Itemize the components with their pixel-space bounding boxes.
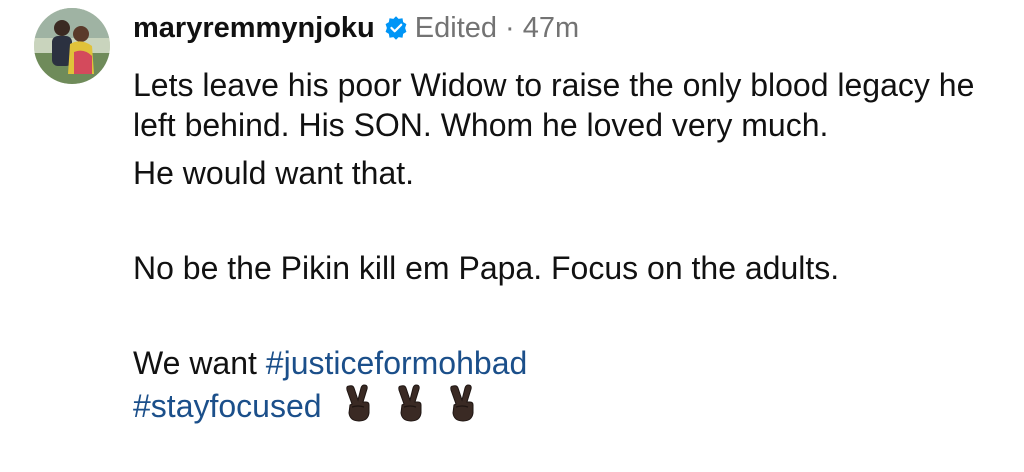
verified-badge-icon (385, 16, 407, 40)
comment-paragraph-4: We want #justiceformohbad #stayfocused (133, 343, 1003, 426)
comment: maryremmynjoku Edited · 47m Lets leave h… (0, 0, 1024, 472)
comment-paragraph-2: He would want that. (133, 155, 415, 191)
hashtag-stayfocused[interactable]: #stayfocused (133, 388, 322, 424)
emoji-row (340, 383, 480, 423)
avatar[interactable] (34, 8, 110, 84)
separator-dot: · (505, 11, 515, 44)
comment-paragraph-3: No be the Pikin kill em Papa. Focus on t… (133, 250, 840, 286)
paragraph-4-prefix: We want (133, 345, 266, 381)
victory-hand-icon (449, 384, 474, 422)
comment-content: maryremmynjoku Edited · 47m Lets leave h… (133, 8, 1003, 426)
victory-hand-icon (345, 384, 370, 422)
victory-hand-icon (397, 384, 422, 422)
edited-label: Edited (414, 11, 498, 44)
timestamp[interactable]: 47m (523, 12, 579, 45)
hashtag-justiceformohbad[interactable]: #justiceformohbad (266, 345, 527, 381)
comment-paragraph-1: Lets leave his poor Widow to raise the o… (133, 67, 975, 143)
avatar-photo-icon (34, 8, 110, 84)
comment-header: maryremmynjoku Edited · 47m (133, 8, 1003, 48)
username-link[interactable]: maryremmynjoku (133, 12, 375, 45)
